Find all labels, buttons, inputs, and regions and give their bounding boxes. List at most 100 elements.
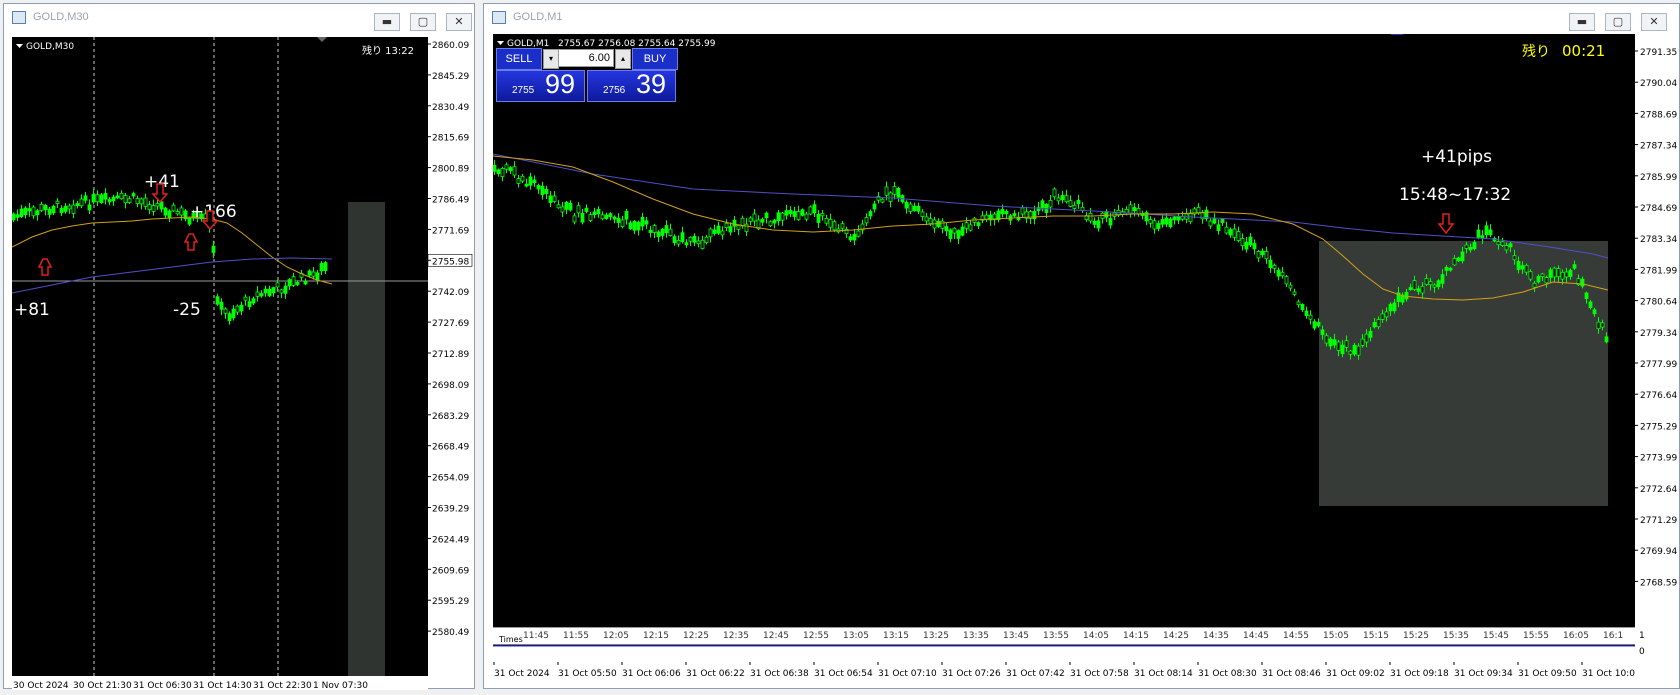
candle-body <box>1228 229 1233 236</box>
buy-button[interactable]: BUY <box>632 48 678 70</box>
candle-body <box>1436 280 1441 288</box>
candle-body <box>1004 211 1009 215</box>
candle-body <box>283 285 288 294</box>
date-tick-label: 31 Oct 08:46 <box>1262 669 1321 679</box>
candle-body <box>580 213 585 223</box>
lot-increase-button[interactable]: ▴ <box>615 49 631 69</box>
times-tick-label: 15:15 <box>1363 631 1389 641</box>
price-tick-label: 2595.29 <box>432 597 469 607</box>
times-tick-label: 12:35 <box>723 631 749 641</box>
date-tick-label: 31 Oct 22:30 <box>253 681 312 691</box>
price-tick-label: 2790.04 <box>1640 79 1677 89</box>
candle-body <box>1064 195 1069 203</box>
sell-price-box[interactable]: 2755 99 <box>496 69 585 102</box>
candle-body <box>880 198 885 203</box>
lot-size-input[interactable]: 6.00 <box>558 49 614 67</box>
candle-body <box>960 226 965 236</box>
candle-body <box>123 195 128 204</box>
candle-body <box>1496 241 1501 246</box>
candle-body <box>1592 309 1597 315</box>
left-chart-window[interactable]: GOLD,M30 ▬ ▢ ✕ GOLD,M30 残り 13:22 +41 +16… <box>3 3 475 691</box>
candle-body <box>716 225 721 234</box>
buy-price-box[interactable]: 2756 39 <box>587 69 676 102</box>
candle-body <box>1092 220 1097 225</box>
date-tick-label: 31 Oct 07:10 <box>878 669 937 679</box>
candle-body <box>760 218 765 223</box>
candle-body <box>1488 229 1493 236</box>
candle-body <box>976 222 981 227</box>
candle-body <box>1296 301 1301 306</box>
candle-body <box>944 226 949 232</box>
candle-body <box>1252 243 1257 250</box>
date-tick-label: 31 Oct 06:30 <box>133 681 192 691</box>
candle-body <box>179 207 184 216</box>
right-chart-area[interactable]: GOLD,M1 2755.67 2756.08 2755.64 2755.99 … <box>492 33 1635 627</box>
times-tick-label: 14:25 <box>1163 631 1189 641</box>
candle-body <box>1516 260 1521 270</box>
buy-arrow-icon <box>183 233 199 251</box>
candle-body <box>644 220 649 225</box>
sell-price-big: 2755 <box>512 85 535 96</box>
candle-body <box>1020 207 1025 215</box>
price-tick-label: 2772.64 <box>1640 485 1677 495</box>
candle-body <box>1432 284 1437 288</box>
candle-body <box>628 222 633 230</box>
left-titlebar[interactable]: GOLD,M30 ▬ ▢ ✕ <box>4 4 474 34</box>
candle-body <box>796 211 801 221</box>
candle-body <box>311 271 316 277</box>
one-click-trading-panel[interactable]: SELL ▾ 6.00 ▴ BUY 2755 99 2756 39 <box>496 48 678 102</box>
times-tick-label: 12:05 <box>603 631 629 641</box>
candle-body <box>1504 245 1509 251</box>
candle-body <box>1588 301 1593 308</box>
candle-body <box>31 206 36 217</box>
candle-body <box>1300 304 1305 310</box>
close-button[interactable]: ✕ <box>1641 13 1667 31</box>
right-titlebar[interactable]: GOLD,M1 ▬ ▢ ✕ <box>484 4 1679 34</box>
date-tick-label: 31 Oct 07:26 <box>942 669 1001 679</box>
maximize-button[interactable]: ▢ <box>410 13 436 31</box>
candle-body <box>1564 271 1569 278</box>
candle-body <box>856 230 861 237</box>
candle-body <box>884 186 889 196</box>
candle-body <box>1420 285 1425 294</box>
candle-body <box>508 167 513 171</box>
candle-body <box>872 203 877 210</box>
candle-body <box>928 218 933 225</box>
times-tick-label: 14:15 <box>1123 631 1149 641</box>
candle-body <box>620 219 625 227</box>
candle-body <box>175 211 180 215</box>
candle-body <box>536 184 541 190</box>
sell-button[interactable]: SELL <box>496 48 542 70</box>
date-tick-label: 31 Oct 05:50 <box>558 669 617 679</box>
times-tick-label: 14:05 <box>1083 631 1109 641</box>
candle-body <box>692 235 697 243</box>
date-tick-label: 31 Oct 06:22 <box>686 669 745 679</box>
left-chart-area[interactable]: GOLD,M30 残り 13:22 +41 +166 +81 -25 <box>11 37 428 676</box>
candle-body <box>1340 344 1345 355</box>
candle-body <box>1548 269 1553 278</box>
price-tick-label: 2768.59 <box>1640 578 1677 588</box>
date-tick-label: 31 Oct 06:54 <box>814 669 873 679</box>
minimize-button[interactable]: ▬ <box>374 13 400 31</box>
candle-body <box>1148 219 1153 224</box>
maximize-button[interactable]: ▢ <box>1605 13 1631 31</box>
close-button[interactable]: ✕ <box>446 13 472 31</box>
candle-body <box>820 213 825 217</box>
candle-body <box>1528 271 1533 280</box>
candle-body <box>500 168 505 177</box>
right-chart-window[interactable]: GOLD,M1 ▬ ▢ ✕ GOLD,M1 2755.67 2756.08 27… <box>483 3 1680 689</box>
candle-body <box>127 198 132 204</box>
candle-body <box>19 208 24 217</box>
price-tick-label: 2698.09 <box>432 381 469 391</box>
minimize-button[interactable]: ▬ <box>1569 13 1595 31</box>
candle-body <box>319 263 324 272</box>
candle-body <box>816 213 821 223</box>
candle-body <box>1268 259 1273 269</box>
candle-body <box>1408 287 1413 291</box>
sell-arrow-icon <box>1437 213 1455 235</box>
lot-decrease-button[interactable]: ▾ <box>543 49 559 69</box>
times-tick-label: 15:05 <box>1323 631 1349 641</box>
price-tick-label: 2580.49 <box>432 628 469 638</box>
candle-body <box>1224 226 1229 234</box>
candle-body <box>1476 229 1481 238</box>
